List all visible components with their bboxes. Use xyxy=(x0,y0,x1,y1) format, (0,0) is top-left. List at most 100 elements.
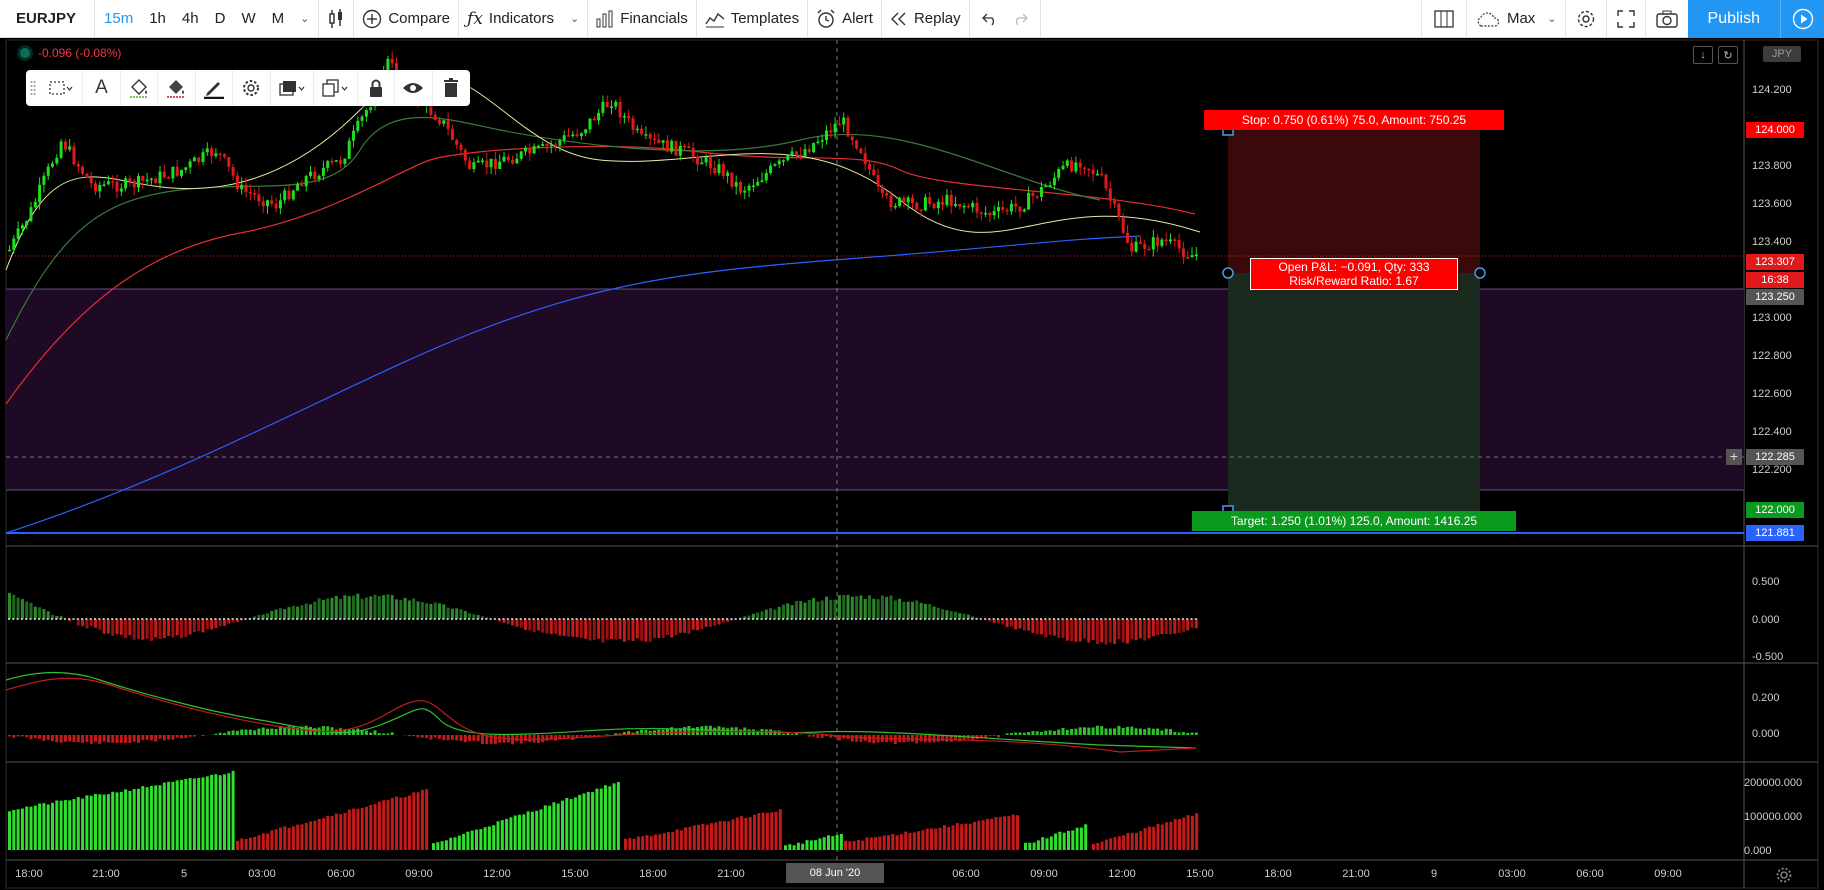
zero-dot xyxy=(472,618,475,620)
currency-badge: JPY xyxy=(1763,46,1801,62)
oscillator-bar xyxy=(300,605,304,619)
last-price-label: 123.307 xyxy=(1746,254,1804,270)
macd-bar xyxy=(89,735,93,744)
zero-dot xyxy=(63,618,66,620)
oscillator-bar xyxy=(872,598,876,619)
zero-dot xyxy=(59,618,62,620)
visibility-button[interactable] xyxy=(395,70,433,106)
volume-bar xyxy=(1049,836,1053,850)
zero-dot xyxy=(137,618,139,620)
drag-handle-icon xyxy=(30,81,36,95)
oscillator-bar xyxy=(687,619,691,634)
candle-body xyxy=(309,171,312,177)
line-color-button[interactable] xyxy=(158,70,196,106)
candle-body xyxy=(16,228,20,239)
settings-button[interactable] xyxy=(233,70,271,106)
volume-bar xyxy=(365,806,368,850)
zero-dot xyxy=(825,618,827,620)
macd-bar xyxy=(111,735,115,743)
lock-button[interactable] xyxy=(358,70,396,106)
candle-body xyxy=(1061,165,1065,170)
pencil-button[interactable] xyxy=(196,70,234,106)
candle-body xyxy=(158,171,162,184)
volume-bar xyxy=(98,794,102,850)
oscillator-bar xyxy=(20,599,24,619)
macd-bar xyxy=(812,735,816,737)
volume-bar xyxy=(38,803,42,850)
candle-body xyxy=(244,184,248,192)
oscillator-bar xyxy=(549,619,553,635)
oscillator-bar xyxy=(567,619,570,637)
gear-icon[interactable] xyxy=(1775,866,1793,884)
candle-body xyxy=(175,166,179,176)
selection-button[interactable] xyxy=(40,70,84,106)
volume-bar xyxy=(326,815,330,850)
zero-dot xyxy=(747,618,750,620)
zero-dot xyxy=(1138,618,1141,620)
candle-body xyxy=(807,149,811,153)
macd-bar xyxy=(868,735,871,743)
chart-canvas[interactable] xyxy=(0,0,1824,890)
candle-body xyxy=(1100,173,1104,176)
volume-bar xyxy=(899,834,903,850)
candle-body xyxy=(446,120,450,129)
candle-body xyxy=(274,203,278,209)
stop-loss-label[interactable]: Stop: 0.750 (0.61%) 75.0, Amount: 750.25 xyxy=(1204,110,1504,130)
macd-bar xyxy=(1138,728,1142,735)
oscillator-bar xyxy=(863,598,867,619)
oscillator-bar xyxy=(25,601,29,619)
volume-bar xyxy=(1190,815,1194,850)
open-pnl-label[interactable]: Open P&L: −0.091, Qty: 333 Risk/Reward R… xyxy=(1250,258,1458,290)
macd-bar xyxy=(1087,727,1091,735)
candle-body xyxy=(962,205,966,208)
volume-bar xyxy=(1195,813,1199,850)
candle-body xyxy=(575,134,579,137)
zero-dot xyxy=(1087,618,1090,620)
oscillator-bar xyxy=(575,619,579,638)
macd-bar xyxy=(1194,732,1198,735)
volume-bar xyxy=(981,820,985,850)
candle-body xyxy=(601,101,605,113)
maximize-pane-button[interactable]: ↻ xyxy=(1718,46,1738,64)
macd-bar xyxy=(923,735,927,743)
scroll-down-button[interactable]: ↓ xyxy=(1693,46,1713,64)
text-button[interactable]: A xyxy=(83,70,121,106)
oscillator-bar xyxy=(124,619,128,639)
candle-body xyxy=(115,181,119,192)
volume-bar xyxy=(904,831,908,850)
zero-dot xyxy=(635,618,638,620)
volume-bar xyxy=(1011,814,1015,850)
volume-bar xyxy=(912,832,916,850)
zero-dot xyxy=(773,618,776,620)
volume-bar xyxy=(29,806,33,850)
layers-button[interactable] xyxy=(271,70,315,106)
take-profit-label[interactable]: Target: 1.250 (1.01%) 125.0, Amount: 141… xyxy=(1192,511,1516,531)
oscillator-bar xyxy=(837,595,841,619)
candle-body xyxy=(829,130,833,133)
candle-body xyxy=(1134,241,1138,252)
volume-bar xyxy=(930,828,933,850)
volume-bar xyxy=(938,827,942,850)
price-tick: 122.600 xyxy=(1752,388,1792,400)
oscillator-bar xyxy=(1070,619,1074,642)
candle-body xyxy=(928,197,932,204)
oscillator-bar xyxy=(1113,619,1117,644)
volume-bar xyxy=(805,840,809,850)
volume-bar xyxy=(352,808,356,850)
oscillator-bar xyxy=(38,607,42,619)
volume-bar xyxy=(565,797,569,850)
drag-handle[interactable] xyxy=(26,70,40,106)
candle-body xyxy=(975,202,979,213)
zero-dot xyxy=(51,618,53,620)
oscillator-bar xyxy=(291,605,295,619)
risk-reward-line: Risk/Reward Ratio: 1.67 xyxy=(1289,274,1419,288)
macd-bar xyxy=(313,728,317,735)
fill-button[interactable] xyxy=(121,70,159,106)
candle-body xyxy=(317,175,321,180)
macd-bar xyxy=(988,735,992,736)
add-alert-plus-icon[interactable]: + xyxy=(1726,449,1742,465)
clone-button[interactable] xyxy=(314,70,358,106)
volume-bar xyxy=(1135,832,1138,850)
delete-button[interactable] xyxy=(433,70,470,106)
macd-bar xyxy=(1040,732,1043,735)
